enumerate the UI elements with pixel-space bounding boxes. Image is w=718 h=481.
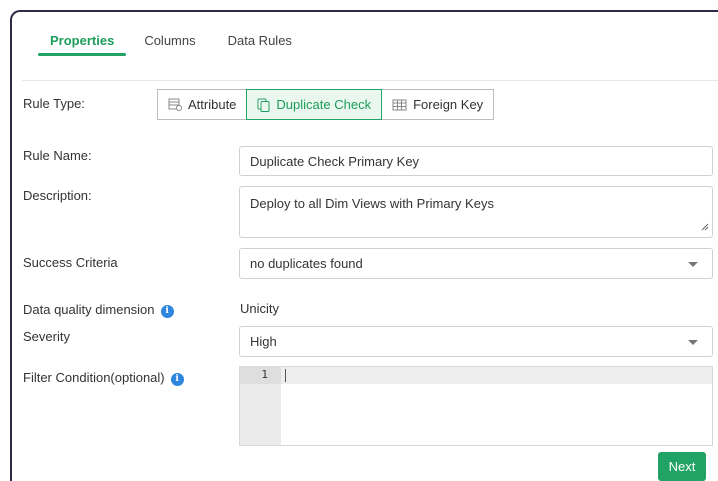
rule-name-input[interactable]: Duplicate Check Primary Key [239, 146, 713, 176]
tab-properties[interactable]: Properties [36, 12, 128, 70]
tab-bar: Properties Columns Data Rules [36, 12, 308, 70]
line-number: 1 [261, 368, 268, 381]
chevron-down-icon [688, 339, 698, 345]
success-criteria-value: no duplicates found [250, 256, 363, 271]
info-icon[interactable]: i [170, 373, 184, 386]
tab-columns[interactable]: Columns [128, 12, 211, 70]
attribute-table-icon [168, 98, 182, 111]
severity-select[interactable]: High [239, 326, 713, 357]
description-textarea[interactable]: Deploy to all Dim Views with Primary Key… [239, 186, 713, 238]
editor-active-line [281, 367, 712, 384]
tab-data-rules[interactable]: Data Rules [212, 12, 308, 70]
rule-type-selector: Attribute Duplicate Check Foreign Key [157, 89, 495, 120]
resize-handle-icon[interactable] [701, 219, 709, 234]
filter-condition-label: Filter Condition(optional) i [23, 370, 184, 386]
rule-type-foreign-key-label: Foreign Key [413, 97, 484, 112]
dq-dimension-label-text: Data quality dimension [23, 302, 155, 317]
next-button[interactable]: Next [658, 452, 706, 481]
filter-condition-label-text: Filter Condition(optional) [23, 370, 165, 385]
rule-type-duplicate-check-button[interactable]: Duplicate Check [246, 89, 383, 120]
rule-type-attribute-button[interactable]: Attribute [157, 89, 248, 120]
foreign-key-table-icon [392, 99, 407, 111]
description-label: Description: [23, 188, 92, 203]
tab-divider [22, 80, 718, 81]
dq-dimension-value: Unicity [240, 301, 280, 316]
text-cursor [285, 369, 286, 382]
dq-dimension-label: Data quality dimension i [23, 302, 174, 318]
info-icon[interactable]: i [160, 305, 174, 318]
rule-type-attribute-label: Attribute [188, 97, 237, 112]
rule-name-label: Rule Name: [23, 148, 92, 163]
duplicate-document-icon [257, 98, 270, 112]
description-text: Deploy to all Dim Views with Primary Key… [250, 196, 494, 211]
rule-type-foreign-key-button[interactable]: Foreign Key [381, 89, 495, 120]
filter-condition-editor[interactable]: 1 [239, 366, 713, 446]
success-criteria-label: Success Criteria [23, 255, 118, 270]
chevron-down-icon [688, 261, 698, 267]
rule-type-label: Rule Type: [23, 96, 85, 111]
success-criteria-select[interactable]: no duplicates found [239, 248, 713, 279]
rule-type-duplicate-check-label: Duplicate Check [276, 97, 372, 112]
severity-label: Severity [23, 329, 70, 344]
severity-value: High [250, 334, 277, 349]
